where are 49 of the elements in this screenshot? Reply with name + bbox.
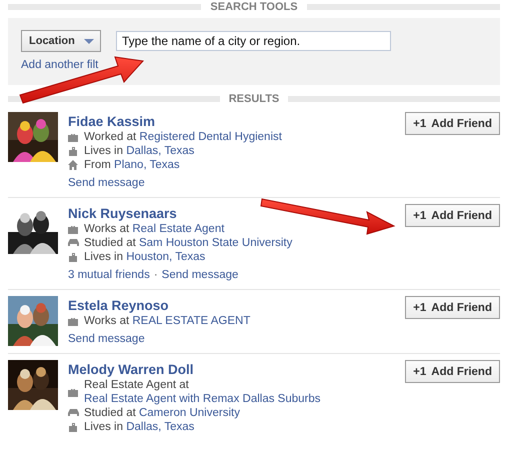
buildings-icon bbox=[68, 146, 78, 156]
detail-link[interactable]: Dallas, Texas bbox=[126, 420, 194, 434]
briefcase-icon bbox=[68, 388, 78, 396]
detail-link[interactable]: Plano, Texas bbox=[114, 158, 180, 172]
profile-detail: Works at REAL ESTATE AGENT bbox=[84, 314, 250, 328]
detail-link[interactable]: REAL ESTATE AGENT bbox=[132, 314, 250, 328]
person-name-link[interactable]: Nick Ruysenaars bbox=[68, 206, 177, 221]
person-name-link[interactable]: Estela Reynoso bbox=[68, 298, 169, 313]
detail-link[interactable]: Real Estate Agent bbox=[132, 222, 224, 236]
add-friend-button[interactable]: +1 Add Friend bbox=[405, 296, 500, 319]
profile-detail: Lives in Dallas, Texas bbox=[84, 144, 194, 158]
footer-link[interactable]: Send message bbox=[68, 176, 145, 190]
detail-link[interactable]: Cameron University bbox=[138, 406, 240, 420]
person-name-link[interactable]: Fidae Kassim bbox=[68, 114, 156, 129]
location-filter-button[interactable]: Location bbox=[21, 30, 101, 52]
caret-icon bbox=[84, 38, 94, 44]
footer-link[interactable]: 3 mutual friends bbox=[68, 268, 150, 282]
profile-detail: From Plano, Texas bbox=[84, 158, 180, 172]
detail-link[interactable]: Sam Houston State University bbox=[138, 236, 292, 250]
add-friend-button[interactable]: +1 Add Friend bbox=[405, 204, 500, 227]
briefcase-icon bbox=[68, 224, 78, 234]
detail-link[interactable]: Dallas, Texas bbox=[126, 144, 194, 158]
location-input-field[interactable]: Type the name of a city or region. bbox=[116, 31, 391, 51]
profile-detail: Works at Real Estate Agent bbox=[84, 222, 224, 236]
detail-link[interactable]: Houston, Texas bbox=[126, 250, 206, 264]
detail-link[interactable]: Real Estate Agent with Remax Dallas Suburbs bbox=[84, 392, 321, 406]
buildings-icon bbox=[68, 422, 78, 432]
add-friend-button[interactable]: +1 Add Friend bbox=[405, 112, 500, 135]
person-name-link[interactable]: Melody Warren Doll bbox=[68, 362, 194, 377]
cap-icon bbox=[68, 239, 79, 247]
add-filter-link[interactable]: Add another filt bbox=[21, 59, 98, 71]
profile-detail: Lives in Dallas, Texas bbox=[84, 420, 194, 434]
profile-detail: Lives in Houston, Texas bbox=[84, 250, 206, 264]
briefcase-icon bbox=[68, 132, 78, 142]
section-heading: SEARCH TOOLS bbox=[209, 1, 299, 13]
footer-link[interactable]: Send message bbox=[68, 332, 145, 346]
profile-detail: Studied at Sam Houston State University bbox=[84, 236, 292, 250]
profile-detail: Studied at Cameron University bbox=[84, 406, 240, 420]
briefcase-icon bbox=[68, 316, 78, 326]
profile-detail: Worked at Registered Dental Hygienist bbox=[84, 130, 282, 144]
separator-dot: · bbox=[154, 268, 158, 282]
cap-icon bbox=[68, 409, 79, 417]
profile-detail: Real Estate Agent at Real Estate Agent with Remax Dallas Suburbs bbox=[84, 378, 322, 406]
add-friend-button[interactable]: +1 Add Friend bbox=[405, 360, 500, 383]
house-icon bbox=[68, 160, 78, 170]
section-heading: RESULTS bbox=[228, 93, 280, 105]
buildings-icon bbox=[68, 252, 78, 262]
detail-link[interactable]: Registered Dental Hygienist bbox=[139, 130, 282, 144]
footer-link[interactable]: Send message bbox=[162, 268, 238, 282]
